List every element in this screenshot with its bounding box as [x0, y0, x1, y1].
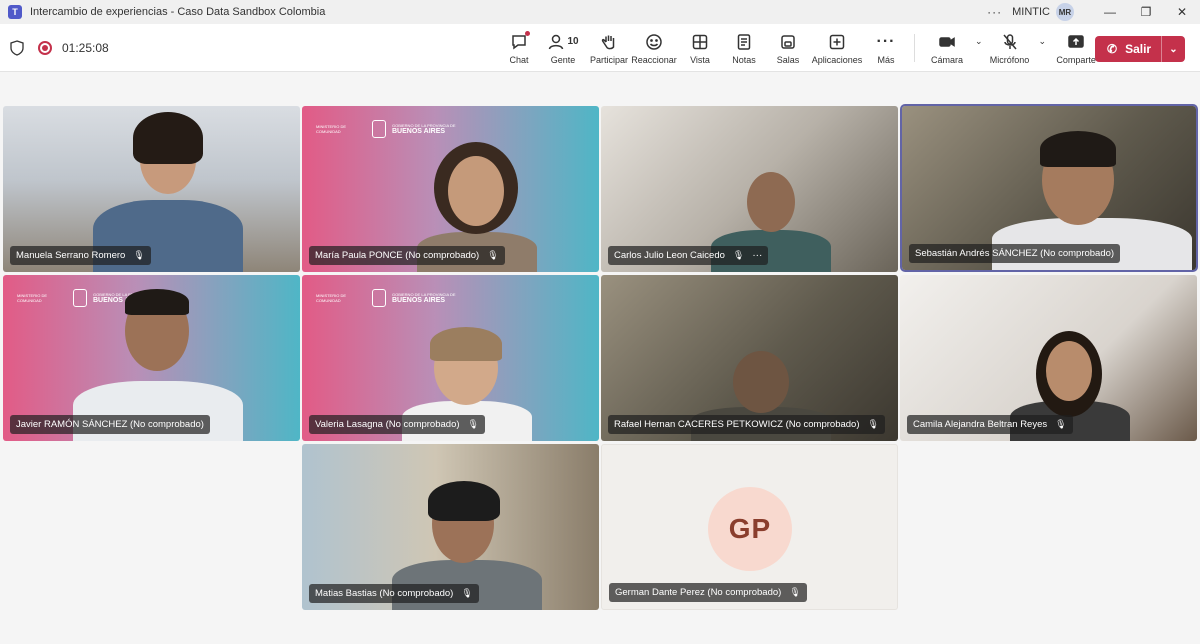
mic-muted-icon: 🎙	[487, 250, 499, 260]
participant-tile[interactable]: Manuela Serrano Romero 🎙	[3, 106, 300, 272]
people-label: Gente	[550, 54, 576, 65]
mic-muted-icon: 🎙	[1055, 419, 1067, 429]
mic-muted-icon: 🎙	[461, 588, 473, 598]
province-logo: MINISTERIO DE COMUNIDAD GOBIERNO DE LA P…	[316, 289, 456, 307]
people-button[interactable]: 10 Gente	[538, 24, 588, 72]
participant-name-tag: Matias Bastias (No comprobado) 🎙	[309, 584, 479, 603]
participant-name-tag: Carlos Julio Leon Caicedo 🎙 ···	[608, 246, 769, 265]
participant-tile[interactable]: MINISTERIO DE COMUNIDAD GOBIERNO DE LA P…	[302, 275, 599, 441]
more-button[interactable]: ··· Más	[864, 24, 908, 72]
mic-muted-icon: 🎙	[133, 250, 145, 260]
apps-label: Aplicaciones	[811, 54, 863, 65]
participant-tile[interactable]: Carlos Julio Leon Caicedo 🎙 ···	[601, 106, 898, 272]
participant-name: Sebastián Andrés SÁNCHEZ (No comprobado)	[915, 248, 1115, 259]
chat-label: Chat	[509, 54, 529, 65]
mic-muted-icon: 🎙	[789, 587, 801, 597]
people-icon	[549, 34, 564, 49]
participant-name: Carlos Julio Leon Caicedo	[614, 250, 725, 261]
title-bar: T Intercambio de experiencias - Caso Dat…	[0, 0, 1200, 24]
window-title: Intercambio de experiencias - Caso Data …	[30, 6, 326, 18]
rooms-button[interactable]: Salas	[766, 24, 810, 72]
notes-button[interactable]: Notas	[722, 24, 766, 72]
participant-name: María Paula PONCE (No comprobado)	[315, 250, 480, 261]
recording-icon	[38, 40, 52, 55]
shield-icon[interactable]	[10, 39, 24, 56]
emoji-icon	[646, 33, 662, 50]
raise-hand-button[interactable]: Participar	[588, 24, 630, 72]
participant-tile-active-speaker[interactable]: Sebastián Andrés SÁNCHEZ (No comprobado)	[900, 104, 1198, 272]
close-window-button[interactable]: ✕	[1164, 5, 1200, 19]
more-options-icon[interactable]: ···	[752, 250, 762, 261]
user-avatar[interactable]: MR	[1056, 3, 1074, 21]
mic-muted-icon: 🎙	[867, 419, 879, 429]
participant-name-tag: Rafael Hernan CACERES PETKOWICZ (No comp…	[608, 415, 885, 434]
hand-icon	[601, 35, 615, 49]
leave-options-chevron-icon[interactable]: ⌄	[1161, 36, 1185, 62]
meeting-toolbar: 01:25:08 Chat 10 Gente Participar Reacci…	[0, 24, 1200, 72]
meeting-timer: 01:25:08	[62, 40, 109, 55]
hang-up-icon: ✆	[1107, 42, 1118, 56]
rooms-label: Salas	[776, 54, 800, 65]
camera-icon	[939, 36, 955, 47]
participant-name: German Dante Perez (No comprobado)	[615, 587, 782, 598]
share-label: Comparte	[1056, 54, 1096, 65]
react-label: Reaccionar	[631, 54, 677, 65]
leave-button[interactable]: ✆ Salir ⌄	[1095, 36, 1185, 62]
chat-button[interactable]: Chat	[500, 24, 538, 72]
participant-name-tag: German Dante Perez (No comprobado) 🎙	[609, 583, 807, 602]
camera-label: Cámara	[930, 54, 963, 65]
more-label: Más	[877, 54, 895, 65]
notes-icon	[737, 33, 751, 50]
mic-button[interactable]: Micrófono	[983, 24, 1037, 72]
participant-tile[interactable]: GP German Dante Perez (No comprobado) 🎙	[601, 444, 898, 610]
participant-name: Javier RAMÓN SÁNCHEZ (No comprobado)	[16, 419, 204, 430]
participant-name: Rafael Hernan CACERES PETKOWICZ (No comp…	[614, 419, 860, 430]
participant-name-tag: Javier RAMÓN SÁNCHEZ (No comprobado)	[10, 415, 210, 434]
camera-button[interactable]: Cámara	[921, 24, 973, 72]
video-gallery: Manuela Serrano Romero 🎙 MINISTERIO DE CO…	[0, 72, 1200, 644]
view-label: Vista	[690, 54, 710, 65]
mic-options-chevron-icon[interactable]: ⌄	[1039, 36, 1047, 47]
participant-avatar-initials: GP	[708, 487, 792, 571]
province-logo: MINISTERIO DE COMUNIDAD GOBIERNO DE LA P…	[316, 120, 456, 138]
grid-view-icon	[692, 34, 708, 49]
participant-name-tag: Sebastián Andrés SÁNCHEZ (No comprobado)	[909, 244, 1121, 263]
participant-name: Manuela Serrano Romero	[16, 250, 126, 261]
org-name: MINTIC	[1012, 6, 1050, 18]
breakout-rooms-icon	[781, 34, 795, 49]
mic-muted-icon: 🎙	[732, 250, 745, 260]
participant-name-tag: Camila Alejandra Beltran Reyes 🎙	[907, 415, 1073, 434]
people-count: 10	[567, 36, 579, 47]
participant-tile[interactable]: Camila Alejandra Beltran Reyes 🎙	[900, 275, 1197, 441]
mic-muted-icon: 🎙	[467, 419, 479, 429]
add-apps-icon	[829, 34, 845, 49]
share-screen-icon	[1068, 34, 1084, 48]
participant-tile[interactable]: MINISTERIO DE COMUNIDAD GOBIERNO DE LA P…	[302, 106, 599, 272]
view-button[interactable]: Vista	[678, 24, 722, 72]
unread-dot	[525, 31, 530, 36]
apps-button[interactable]: Aplicaciones	[810, 24, 864, 72]
mic-muted-icon	[1002, 33, 1017, 49]
participant-name-tag: Valeria Lasagna (No comprobado) 🎙	[309, 415, 485, 434]
participant-tile[interactable]: Rafael Hernan CACERES PETKOWICZ (No comp…	[601, 275, 898, 441]
camera-options-chevron-icon[interactable]: ⌄	[975, 36, 983, 47]
participant-name-tag: María Paula PONCE (No comprobado) 🎙	[309, 246, 505, 265]
react-button[interactable]: Reaccionar	[630, 24, 678, 72]
more-dots-icon: ···	[876, 32, 896, 50]
minimize-button[interactable]: —	[1092, 5, 1128, 19]
notes-label: Notas	[732, 54, 756, 65]
teams-logo-icon: T	[8, 5, 22, 19]
participant-name: Matias Bastias (No comprobado)	[315, 588, 454, 599]
participant-name: Camila Alejandra Beltran Reyes	[913, 419, 1048, 430]
toolbar-divider	[914, 34, 915, 62]
participant-name-tag: Manuela Serrano Romero 🎙	[10, 246, 151, 265]
participant-tile[interactable]: Matias Bastias (No comprobado) 🎙	[302, 444, 599, 610]
mic-label: Micrófono	[989, 54, 1030, 65]
more-options-icon[interactable]: ···	[987, 5, 1002, 19]
raise-label: Participar	[589, 54, 628, 65]
participant-name: Valeria Lasagna (No comprobado)	[315, 419, 460, 430]
participant-tile[interactable]: MINISTERIO DE COMUNIDAD GOBIERNO DE LA P…	[3, 275, 300, 441]
maximize-button[interactable]: ❐	[1128, 5, 1164, 19]
leave-label: Salir	[1125, 42, 1152, 56]
